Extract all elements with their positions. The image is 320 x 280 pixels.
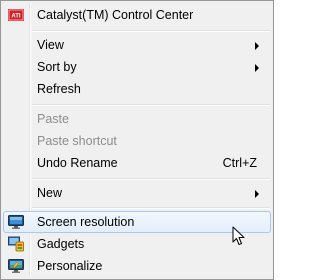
menu-item-label: Personalize (37, 259, 103, 273)
menu-separator (32, 104, 270, 106)
submenu-arrow-icon (255, 190, 259, 198)
menu-item-label: Sort by (37, 60, 77, 74)
menu-item-label: Screen resolution (37, 215, 135, 229)
menu-item-catalyst-control-center[interactable]: ATI Catalyst(TM) Control Center (3, 4, 271, 26)
gadgets-icon (8, 236, 24, 252)
menu-item-paste-shortcut[interactable]: Paste shortcut (3, 130, 271, 152)
menu-item-label: Paste shortcut (37, 134, 117, 148)
svg-text:ATI: ATI (11, 14, 21, 20)
menu-item-label: View (37, 38, 64, 52)
menu-item-screen-resolution[interactable]: Screen resolution (3, 211, 271, 233)
menu-item-label: Refresh (37, 82, 81, 96)
menu-item-refresh[interactable]: Refresh (3, 78, 271, 100)
menu-item-view[interactable]: View (3, 34, 271, 56)
display-icon (8, 215, 24, 229)
mouse-pointer-icon (232, 226, 245, 245)
menu-item-label: New (37, 186, 63, 200)
menu-separator (32, 30, 270, 32)
submenu-arrow-icon (255, 42, 259, 50)
desktop-context-menu: ATI Catalyst(TM) Control Center View Sor… (0, 0, 274, 280)
menu-item-label: Catalyst(TM) Control Center (37, 8, 194, 22)
personalize-icon (8, 259, 24, 273)
menu-item-sort-by[interactable]: Sort by (3, 56, 271, 78)
menu-item-paste[interactable]: Paste (3, 108, 271, 130)
menu-item-shortcut: Ctrl+Z (222, 156, 257, 170)
menu-item-label: Gadgets (37, 237, 85, 251)
menu-item-new[interactable]: New (3, 182, 271, 204)
menu-separator (32, 207, 270, 209)
menu-item-undo-rename[interactable]: Undo Rename Ctrl+Z (3, 152, 271, 174)
menu-item-gadgets[interactable]: Gadgets (3, 233, 271, 255)
menu-separator (32, 178, 270, 180)
submenu-arrow-icon (255, 64, 259, 72)
menu-item-label: Paste (37, 112, 69, 126)
menu-item-label: Undo Rename (37, 156, 118, 170)
menu-item-personalize[interactable]: Personalize (3, 255, 271, 277)
ati-logo-icon: ATI (8, 9, 24, 21)
